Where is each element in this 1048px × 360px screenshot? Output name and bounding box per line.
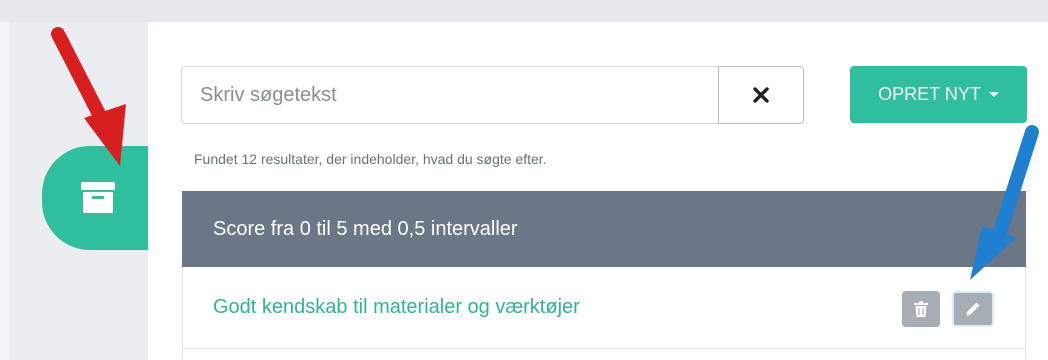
delete-button[interactable] xyxy=(902,291,940,327)
list-item-link[interactable]: Godt kendskab til materialer og værktøje… xyxy=(213,296,580,319)
list-item xyxy=(182,349,1026,360)
edit-button[interactable] xyxy=(952,291,994,327)
card-header-title: Score fra 0 til 5 med 0,5 intervaller xyxy=(213,217,518,240)
card-header: Score fra 0 til 5 med 0,5 intervaller xyxy=(182,191,1026,267)
create-new-label: OPRET NYT xyxy=(878,84,981,104)
clear-search-button[interactable] xyxy=(718,66,804,124)
close-icon xyxy=(753,87,769,103)
trash-icon xyxy=(914,301,928,317)
archive-icon xyxy=(81,182,115,213)
top-band xyxy=(0,0,1048,22)
caret-down-icon xyxy=(988,92,999,97)
results-count: Fundet 12 resultater, der indeholder, hv… xyxy=(194,151,547,167)
pencil-icon xyxy=(966,302,980,316)
search-input[interactable] xyxy=(181,66,719,124)
create-new-button[interactable]: OPRET NYT xyxy=(850,66,1027,123)
list-item: Godt kendskab til materialer og værktøje… xyxy=(182,267,1026,349)
